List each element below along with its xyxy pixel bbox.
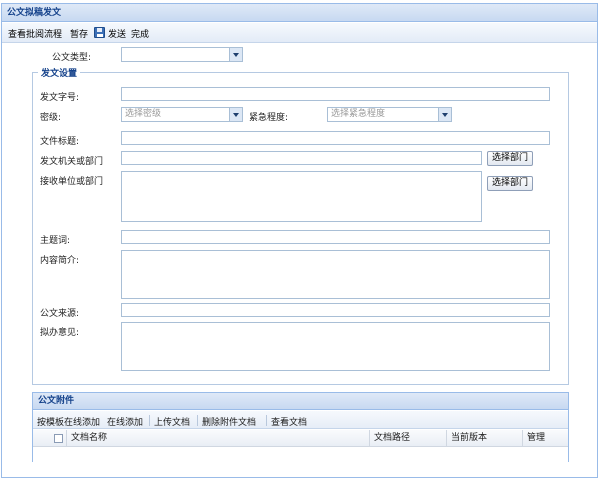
template-online-add-button[interactable]: 按模板在线添加: [37, 415, 100, 428]
doc-title-label: 文件标题:: [40, 137, 80, 147]
upload-document-button[interactable]: 上传文档: [154, 415, 190, 428]
secret-level-select[interactable]: 选择密级: [121, 107, 243, 122]
column-manage[interactable]: 管理: [522, 430, 570, 447]
view-document-button[interactable]: 查看文档: [271, 415, 307, 428]
chevron-down-icon[interactable]: [229, 108, 242, 121]
save-icon[interactable]: [94, 27, 105, 38]
doc-number-input[interactable]: [121, 87, 550, 101]
doc-number-label: 发文字号:: [40, 93, 80, 103]
select-all-checkbox[interactable]: [54, 434, 63, 443]
issuing-dept-input[interactable]: [121, 151, 482, 165]
urgency-placeholder: 选择紧急程度: [331, 109, 386, 119]
select-receiving-dept-button[interactable]: 选择部门: [487, 176, 534, 191]
save-draft-button[interactable]: 暂存: [70, 27, 88, 40]
attachments-panel: 公文附件 按模板在线添加 在线添加 上传文档 删除附件文档 查看文档 文档名称 …: [32, 392, 569, 462]
toolbar-separator: [197, 415, 198, 426]
urgency-label: 紧急程度:: [249, 113, 289, 123]
doc-title-input[interactable]: [121, 131, 550, 145]
toolbar-separator: [266, 415, 267, 426]
doc-type-label: 公文类型:: [52, 53, 92, 63]
view-approval-flow-button[interactable]: 查看批阅流程: [8, 27, 62, 40]
online-add-button[interactable]: 在线添加: [107, 415, 143, 428]
doc-type-select[interactable]: [121, 47, 243, 62]
urgency-select[interactable]: 选择紧急程度: [327, 107, 452, 122]
opinion-label: 拟办意见:: [40, 328, 80, 338]
send-button[interactable]: 发送: [108, 27, 126, 40]
delete-attachment-button[interactable]: 删除附件文档: [202, 415, 256, 428]
finish-button[interactable]: 完成: [131, 27, 149, 40]
attachments-grid-body: [33, 448, 568, 462]
column-doc-name[interactable]: 文档名称: [66, 430, 366, 447]
secret-level-label: 密级:: [40, 113, 62, 123]
chevron-down-icon[interactable]: [229, 48, 242, 61]
panel-title: 公文拟稿发文: [2, 4, 597, 22]
keywords-input[interactable]: [121, 230, 550, 244]
receiving-dept-label: 接收单位或部门: [40, 177, 104, 187]
summary-textarea[interactable]: [121, 250, 550, 299]
source-label: 公文来源:: [40, 309, 80, 319]
secret-level-placeholder: 选择密级: [125, 109, 162, 119]
summary-label: 内容简介:: [40, 256, 80, 266]
attachments-toolbar: 按模板在线添加 在线添加 上传文档 删除附件文档 查看文档: [33, 411, 568, 429]
select-issuing-dept-button[interactable]: 选择部门: [487, 151, 534, 166]
dispatch-settings-title: 发文设置: [38, 66, 81, 79]
receiving-dept-textarea[interactable]: [121, 171, 482, 222]
toolbar-separator: [149, 415, 150, 426]
attachments-grid-header: 文档名称 文档路径 当前版本 管理: [33, 430, 568, 447]
issuing-dept-label: 发文机关或部门: [40, 157, 104, 167]
source-input[interactable]: [121, 303, 550, 317]
column-current-version[interactable]: 当前版本: [446, 430, 522, 447]
opinion-textarea[interactable]: [121, 322, 550, 371]
column-doc-path[interactable]: 文档路径: [369, 430, 446, 447]
attachments-title: 公文附件: [33, 393, 568, 410]
main-toolbar: 查看批阅流程 暂存 发送 完成: [2, 23, 597, 43]
keywords-label: 主题词:: [40, 236, 71, 246]
chevron-down-icon[interactable]: [438, 108, 451, 121]
